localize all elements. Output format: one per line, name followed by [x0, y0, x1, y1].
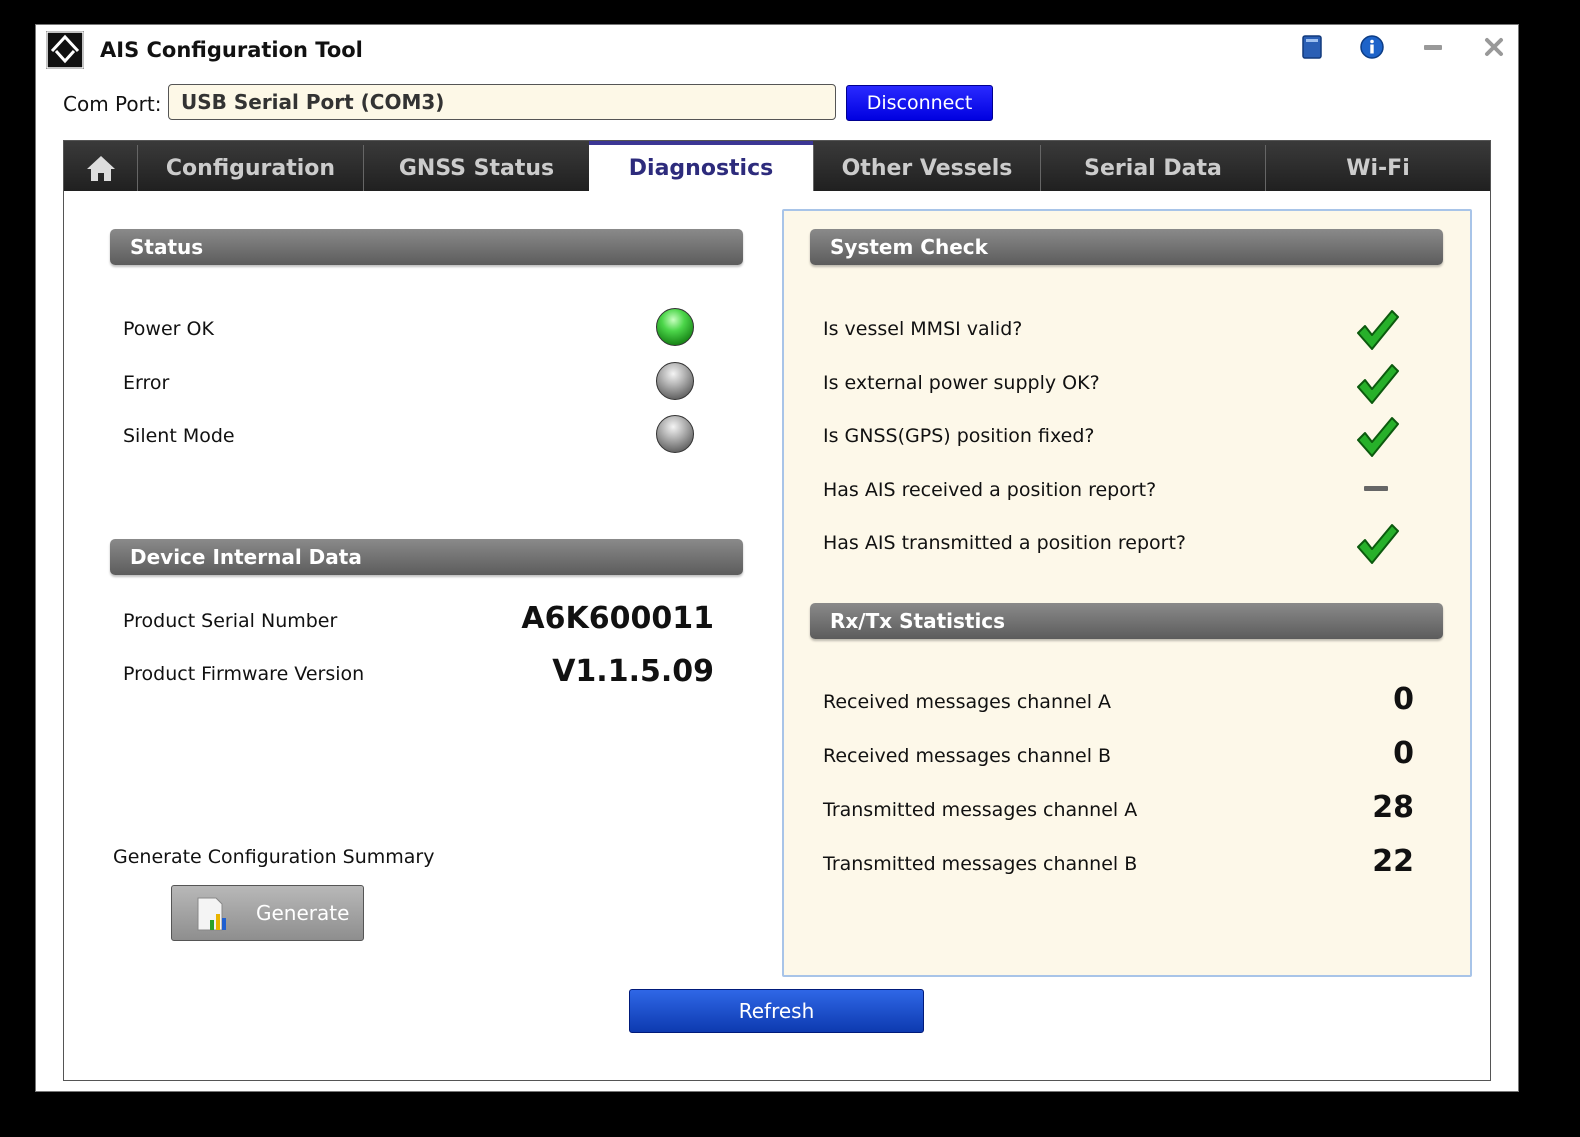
firmware-version-value: V1.1.5.09	[552, 654, 714, 689]
tab-serial-data[interactable]: Serial Data	[1040, 145, 1265, 191]
status-label-silent-mode: Silent Mode	[123, 425, 235, 447]
dash-icon	[1364, 486, 1388, 491]
refresh-button[interactable]: Refresh	[629, 989, 924, 1033]
app-logo-icon	[46, 31, 84, 69]
stat-label-rx-a: Received messages channel A	[823, 691, 1112, 713]
checkmark-icon	[1357, 310, 1399, 350]
minimize-icon[interactable]	[1417, 31, 1449, 63]
check-label-transmitted-report: Has AIS transmitted a position report?	[823, 532, 1186, 554]
app-window: AIS Configuration Tool Com Port: USB Ser…	[35, 24, 1519, 1092]
config-summary-label: Generate Configuration Summary	[113, 846, 435, 868]
info-icon[interactable]	[1356, 31, 1388, 63]
stat-value-tx-a: 28	[1372, 790, 1414, 825]
device-data-header: Device Internal Data	[110, 539, 743, 575]
generate-button[interactable]: Generate	[171, 885, 364, 941]
power-ok-indicator	[656, 308, 694, 346]
rxtx-stats-header: Rx/Tx Statistics	[810, 603, 1443, 639]
system-check-header: System Check	[810, 229, 1443, 265]
check-label-gnss-fix: Is GNSS(GPS) position fixed?	[823, 425, 1095, 447]
stat-value-rx-b: 0	[1393, 736, 1414, 771]
silent-mode-indicator	[656, 415, 694, 453]
report-chart-icon	[197, 897, 226, 931]
serial-number-label: Product Serial Number	[123, 610, 338, 632]
home-icon	[86, 156, 115, 181]
tab-bar: Configuration GNSS Status Diagnostics Ot…	[64, 141, 1490, 192]
error-indicator	[656, 362, 694, 400]
status-label-power-ok: Power OK	[123, 318, 214, 340]
stat-label-rx-b: Received messages channel B	[823, 745, 1112, 767]
check-label-power-supply: Is external power supply OK?	[823, 372, 1100, 394]
checkmark-icon	[1357, 417, 1399, 457]
check-label-mmsi: Is vessel MMSI valid?	[823, 318, 1023, 340]
tab-home[interactable]	[64, 145, 137, 191]
check-label-received-report: Has AIS received a position report?	[823, 479, 1157, 501]
stat-value-rx-a: 0	[1393, 682, 1414, 717]
tab-other-vessels[interactable]: Other Vessels	[813, 145, 1040, 191]
generate-button-label: Generate	[256, 901, 350, 925]
disconnect-button[interactable]: Disconnect	[846, 85, 993, 121]
serial-number-value: A6K600011	[521, 601, 714, 636]
status-header: Status	[110, 229, 743, 265]
status-label-error: Error	[123, 372, 170, 394]
checkmark-icon	[1357, 364, 1399, 404]
tab-gnss-status[interactable]: GNSS Status	[363, 145, 589, 191]
firmware-version-label: Product Firmware Version	[123, 663, 365, 685]
tab-wi-fi[interactable]: Wi-Fi	[1265, 145, 1490, 191]
tab-diagnostics[interactable]: Diagnostics	[589, 141, 813, 192]
book-icon[interactable]	[1296, 31, 1328, 63]
close-icon[interactable]	[1478, 31, 1510, 63]
window-title: AIS Configuration Tool	[100, 38, 363, 62]
com-port-select[interactable]: USB Serial Port (COM3)	[168, 84, 836, 120]
main-content: Configuration GNSS Status Diagnostics Ot…	[63, 140, 1491, 1081]
stat-value-tx-b: 22	[1372, 844, 1414, 879]
stat-label-tx-b: Transmitted messages channel B	[823, 853, 1138, 875]
checkmark-icon	[1357, 524, 1399, 564]
tab-configuration[interactable]: Configuration	[137, 145, 363, 191]
com-port-label: Com Port:	[63, 92, 162, 116]
stat-label-tx-a: Transmitted messages channel A	[823, 799, 1138, 821]
